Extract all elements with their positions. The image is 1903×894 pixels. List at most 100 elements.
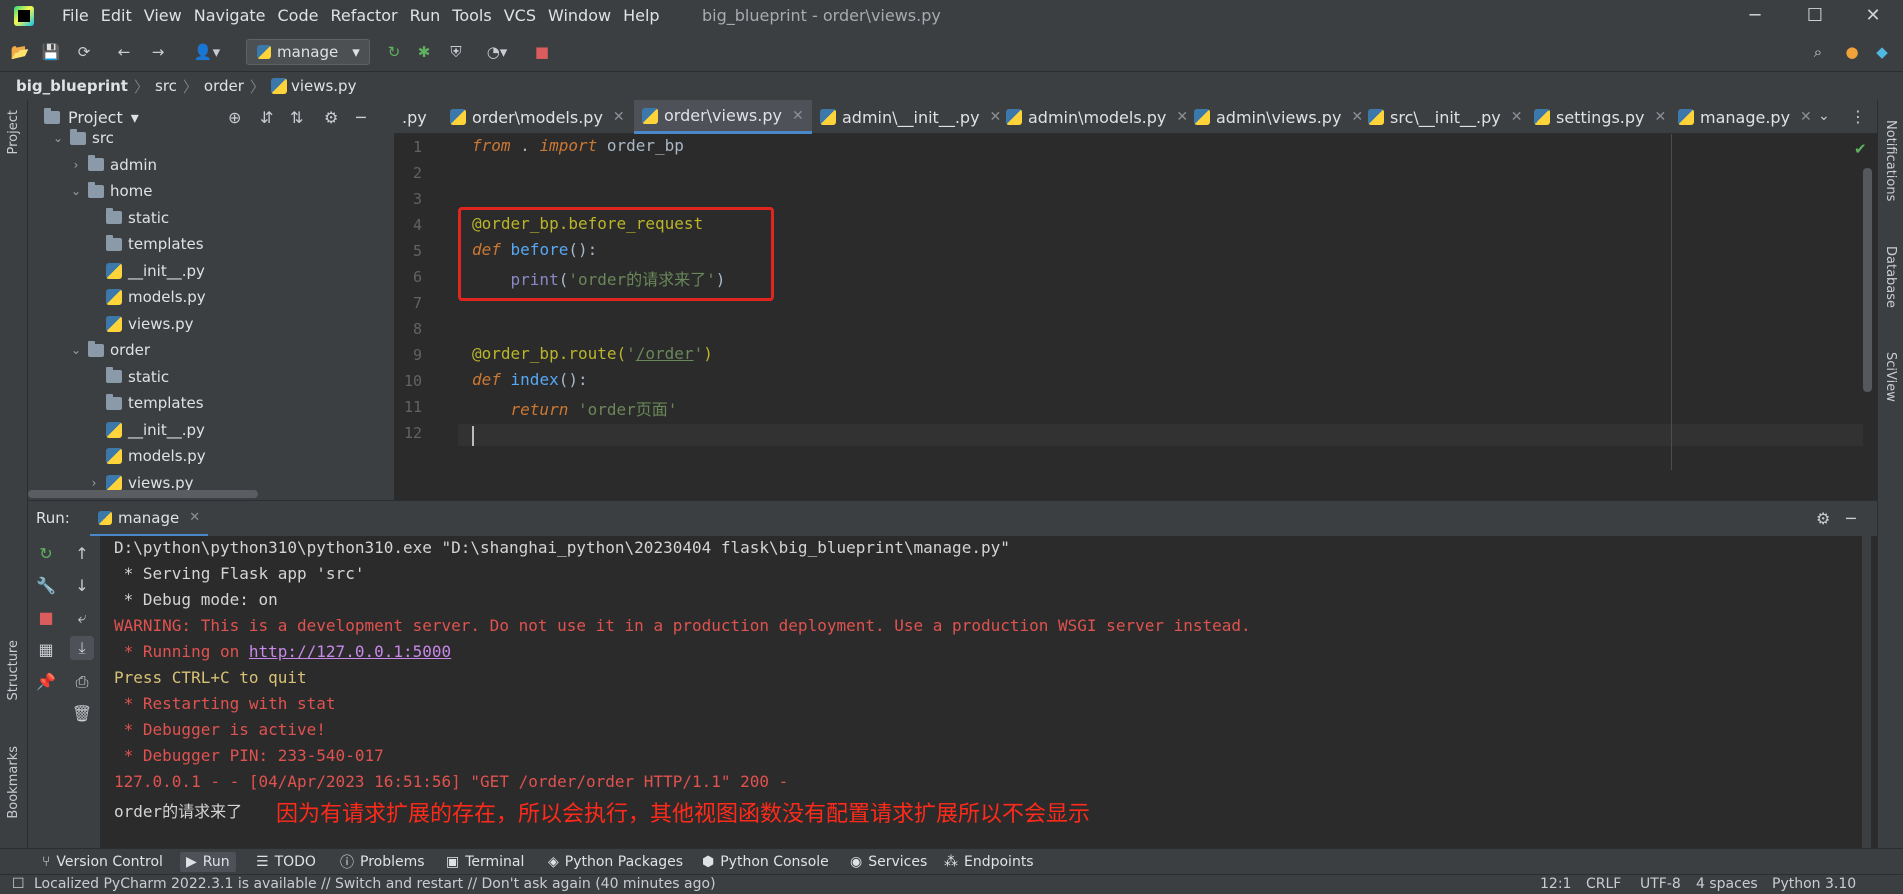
tree-item[interactable]: templates (88, 390, 204, 416)
tree-item[interactable]: ⌄ order (70, 337, 150, 363)
tool-services[interactable]: ◉ Services (844, 852, 933, 872)
editor-tab[interactable]: .py (394, 100, 435, 134)
caret-position[interactable]: 12:1 (1540, 876, 1571, 892)
chevron-right-icon[interactable]: › (70, 158, 82, 172)
menu-edit[interactable]: Edit (95, 0, 138, 32)
tree-item[interactable]: static (88, 364, 169, 390)
inspection-ok-icon[interactable]: ✔ (1854, 140, 1867, 158)
console-scrollbar[interactable] (1862, 536, 1871, 848)
pin-icon[interactable]: 📌 (34, 670, 58, 694)
tree-item[interactable]: ⌄ home (70, 178, 153, 204)
menu-run[interactable]: Run (404, 0, 447, 32)
editor-tab[interactable]: admin\__init__.py ✕ (812, 100, 1009, 134)
chevron-down-icon[interactable]: ⌄ (70, 343, 82, 357)
tool-python-packages[interactable]: ◈ Python Packages (542, 852, 689, 872)
editor-tab[interactable]: manage.py ✕ (1670, 100, 1820, 134)
menu-file[interactable]: File (56, 0, 95, 32)
close-tab-icon[interactable]: ✕ (1511, 109, 1523, 125)
profile-icon[interactable]: ◔▾ (480, 42, 514, 62)
tree-item[interactable]: static (88, 205, 169, 231)
coverage-shield-icon[interactable]: ⛨ (446, 42, 466, 62)
project-scrollbar[interactable] (28, 490, 258, 498)
tool-version-control[interactable]: ⑂ Version Control (36, 852, 169, 872)
debug-bug-icon[interactable]: ✱ (414, 42, 434, 62)
chevron-down-icon[interactable]: ▾ (131, 108, 139, 127)
editor-tab[interactable]: admin\models.py ✕ (998, 100, 1196, 134)
tool-terminal[interactable]: ▣ Terminal (440, 852, 530, 872)
close-tab-icon[interactable]: ✕ (1655, 109, 1667, 125)
locate-target-icon[interactable]: ⊕ (228, 108, 241, 127)
bookmarks-tool-button[interactable]: Bookmarks (6, 746, 21, 819)
jetbrains-toolbox-icon[interactable]: ◆ (1872, 42, 1892, 62)
breadcrumb-file[interactable]: views.py (291, 77, 357, 95)
code-editor[interactable]: 1 2 3 4 5 6 7 8 9 10 11 12 from . import… (394, 134, 1877, 500)
sync-icon[interactable]: ⟳ (74, 42, 94, 62)
rerun-icon[interactable]: ↻ (34, 542, 58, 566)
menu-help[interactable]: Help (617, 0, 665, 32)
gear-icon[interactable]: ⚙ (324, 108, 338, 127)
sciview-tool-button[interactable]: SciView (1883, 352, 1898, 402)
gear-icon[interactable]: ⚙ (1816, 509, 1830, 528)
menu-window[interactable]: Window (542, 0, 617, 32)
down-arrow-icon[interactable]: ↓ (70, 574, 94, 598)
print-icon[interactable]: ⎙ (70, 670, 94, 694)
notification-icon[interactable]: ☐ (12, 876, 25, 892)
editor-tab[interactable]: src\__init__.py ✕ (1360, 100, 1531, 134)
update-icon[interactable]: ● (1842, 42, 1862, 62)
line-separator[interactable]: CRLF (1586, 876, 1621, 892)
tree-item[interactable]: views.py (88, 311, 194, 337)
save-all-icon[interactable]: 💾 (41, 42, 61, 62)
tool-endpoints[interactable]: ⁂ Endpoints (938, 852, 1040, 872)
menu-navigate[interactable]: Navigate (188, 0, 272, 32)
soft-wrap-icon[interactable]: ⤶ (70, 606, 94, 630)
trash-icon[interactable]: 🗑 (70, 702, 94, 726)
hide-panel-icon[interactable]: ─ (356, 108, 366, 127)
tree-item[interactable]: ⌄ src (52, 125, 114, 151)
run-configuration-select[interactable]: manage ▾ (246, 39, 370, 65)
indent-setting[interactable]: 4 spaces (1696, 876, 1758, 892)
project-tool-button[interactable]: Project (6, 110, 21, 154)
tool-run[interactable]: ▶ Run (180, 852, 236, 872)
project-panel-title[interactable]: Project (68, 108, 123, 127)
server-url-link[interactable]: http://127.0.0.1:5000 (249, 642, 451, 661)
forward-arrow-icon[interactable]: → (148, 42, 168, 62)
tool-todo[interactable]: ☰ TODO (250, 852, 322, 872)
tool-problems[interactable]: ⓘ Problems (334, 852, 431, 872)
search-icon[interactable]: ⌕ (1808, 42, 1828, 62)
menu-tools[interactable]: Tools (446, 0, 497, 32)
collapse-all-icon[interactable]: ⇅ (290, 108, 303, 127)
editor-tab[interactable]: settings.py ✕ (1526, 100, 1674, 134)
close-tab-icon[interactable]: ✕ (613, 109, 625, 125)
stop-icon[interactable]: ■ (34, 606, 58, 630)
stop-icon[interactable]: ■ (532, 42, 552, 62)
scroll-to-end-icon[interactable]: ⤓ (70, 636, 94, 660)
breadcrumb-order[interactable]: order (204, 77, 244, 95)
editor-scrollbar[interactable] (1863, 168, 1872, 392)
database-tool-button[interactable]: Database (1883, 246, 1898, 308)
menu-vcs[interactable]: VCS (498, 0, 542, 32)
breadcrumb-src[interactable]: src (155, 77, 177, 95)
close-tab-icon[interactable]: ✕ (1800, 109, 1812, 125)
open-folder-icon[interactable]: 📂 (10, 42, 30, 62)
minimize-button[interactable]: ─ (1731, 0, 1779, 32)
up-arrow-icon[interactable]: ↑ (70, 542, 94, 566)
menu-view[interactable]: View (138, 0, 188, 32)
close-tab-icon[interactable]: ✕ (792, 108, 804, 124)
wrench-icon[interactable]: 🔧 (34, 574, 58, 598)
tree-item[interactable]: › admin (70, 152, 157, 178)
file-encoding[interactable]: UTF-8 (1640, 876, 1681, 892)
menu-code[interactable]: Code (272, 0, 325, 32)
tree-item[interactable]: models.py (88, 284, 206, 310)
structure-tool-button[interactable]: Structure (6, 640, 21, 700)
rerun-icon[interactable]: ↻ (384, 42, 404, 62)
close-button[interactable]: ✕ (1849, 0, 1897, 32)
run-console[interactable]: D:\python\python310\python310.exe "D:\sh… (100, 536, 1877, 848)
tool-python-console[interactable]: ⬢ Python Console (696, 852, 835, 872)
breadcrumb-project[interactable]: big_blueprint (16, 77, 128, 95)
notifications-tool-button[interactable]: Notifications (1883, 120, 1898, 201)
expand-all-icon[interactable]: ⇵ (260, 108, 273, 127)
close-tab-icon[interactable]: ✕ (189, 510, 200, 525)
tabs-dropdown-icon[interactable]: ⌄ (1818, 108, 1830, 124)
more-options-icon[interactable]: ⋮ (1850, 107, 1866, 126)
menu-refactor[interactable]: Refactor (324, 0, 403, 32)
